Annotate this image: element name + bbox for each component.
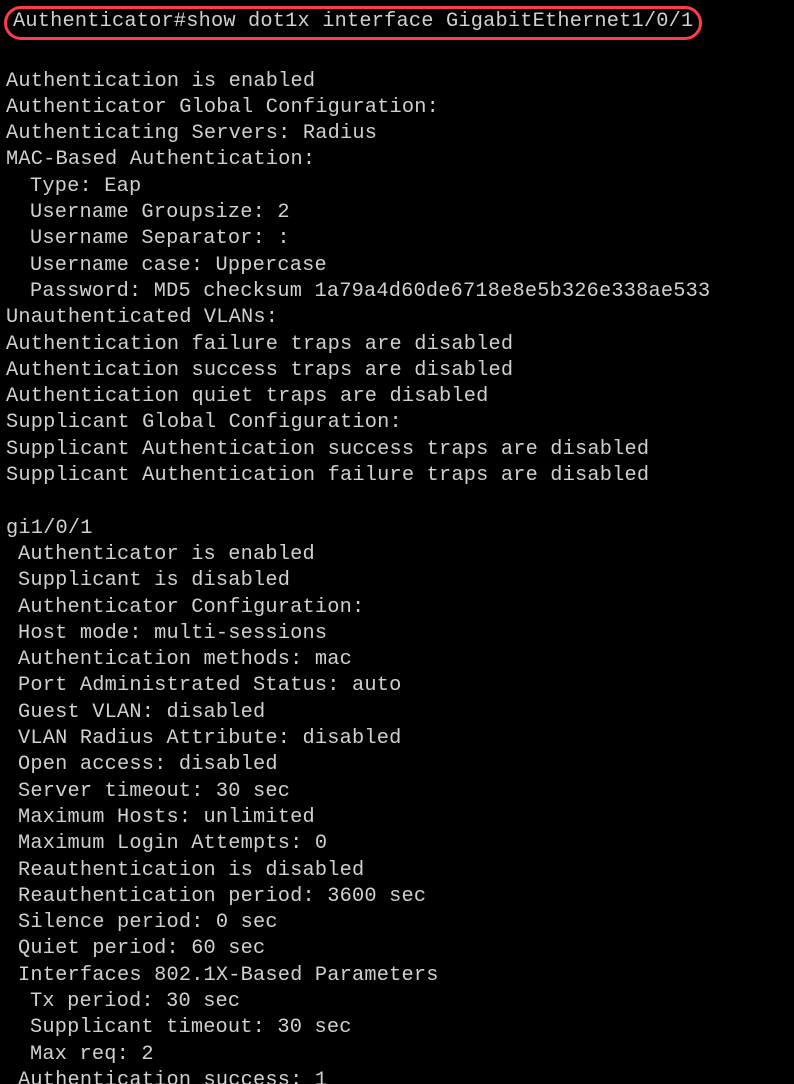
output-line: Reauthentication is disabled <box>6 858 788 884</box>
prompt-command[interactable]: show dot1x interface GigabitEthernet1/0/… <box>186 10 693 33</box>
output-line: Maximum Hosts: unlimited <box>6 805 788 831</box>
output-line: Open access: disabled <box>6 752 788 778</box>
output-line: Host mode: multi-sessions <box>6 621 788 647</box>
output-line: Quiet period: 60 sec <box>6 936 788 962</box>
output-line: Supplicant timeout: 30 sec <box>6 1015 788 1041</box>
output-line: Silence period: 0 sec <box>6 910 788 936</box>
blank-line <box>6 42 788 68</box>
command-prompt-highlight: Authenticator#show dot1x interface Gigab… <box>4 6 702 40</box>
output-line: Reauthentication period: 3600 sec <box>6 884 788 910</box>
output-line: Port Administrated Status: auto <box>6 673 788 699</box>
output-line: Supplicant Authentication success traps … <box>6 437 788 463</box>
output-line: Authentication success: 1 <box>6 1068 788 1084</box>
output-line: Authenticating Servers: Radius <box>6 121 788 147</box>
output-line: Max req: 2 <box>6 1042 788 1068</box>
output-line: Maximum Login Attempts: 0 <box>6 831 788 857</box>
output-line: Password: MD5 checksum 1a79a4d60de6718e8… <box>6 279 788 305</box>
output-line: MAC-Based Authentication: <box>6 147 788 173</box>
output-line: VLAN Radius Attribute: disabled <box>6 726 788 752</box>
output-line: Authentication success traps are disable… <box>6 358 788 384</box>
output-line: Guest VLAN: disabled <box>6 700 788 726</box>
prompt-hostname: Authenticator# <box>13 10 186 33</box>
output-line: Interfaces 802.1X-Based Parameters <box>6 963 788 989</box>
output-line: Authentication methods: mac <box>6 647 788 673</box>
output-line: Authentication failure traps are disable… <box>6 332 788 358</box>
interface-name: gi1/0/1 <box>6 516 788 542</box>
output-line: Type: Eap <box>6 174 788 200</box>
output-line: Username Separator: : <box>6 226 788 252</box>
output-line: Authenticator is enabled <box>6 542 788 568</box>
output-line: Supplicant is disabled <box>6 568 788 594</box>
output-line: Authentication quiet traps are disabled <box>6 384 788 410</box>
output-line: Username case: Uppercase <box>6 253 788 279</box>
output-line: Authenticator Global Configuration: <box>6 95 788 121</box>
blank-line <box>6 489 788 515</box>
output-line: Supplicant Global Configuration: <box>6 410 788 436</box>
output-line: Authenticator Configuration: <box>6 595 788 621</box>
output-line: Server timeout: 30 sec <box>6 779 788 805</box>
output-line: Username Groupsize: 2 <box>6 200 788 226</box>
output-line: Unauthenticated VLANs: <box>6 305 788 331</box>
output-line: Supplicant Authentication failure traps … <box>6 463 788 489</box>
output-line: Authentication is enabled <box>6 69 788 95</box>
output-line: Tx period: 30 sec <box>6 989 788 1015</box>
